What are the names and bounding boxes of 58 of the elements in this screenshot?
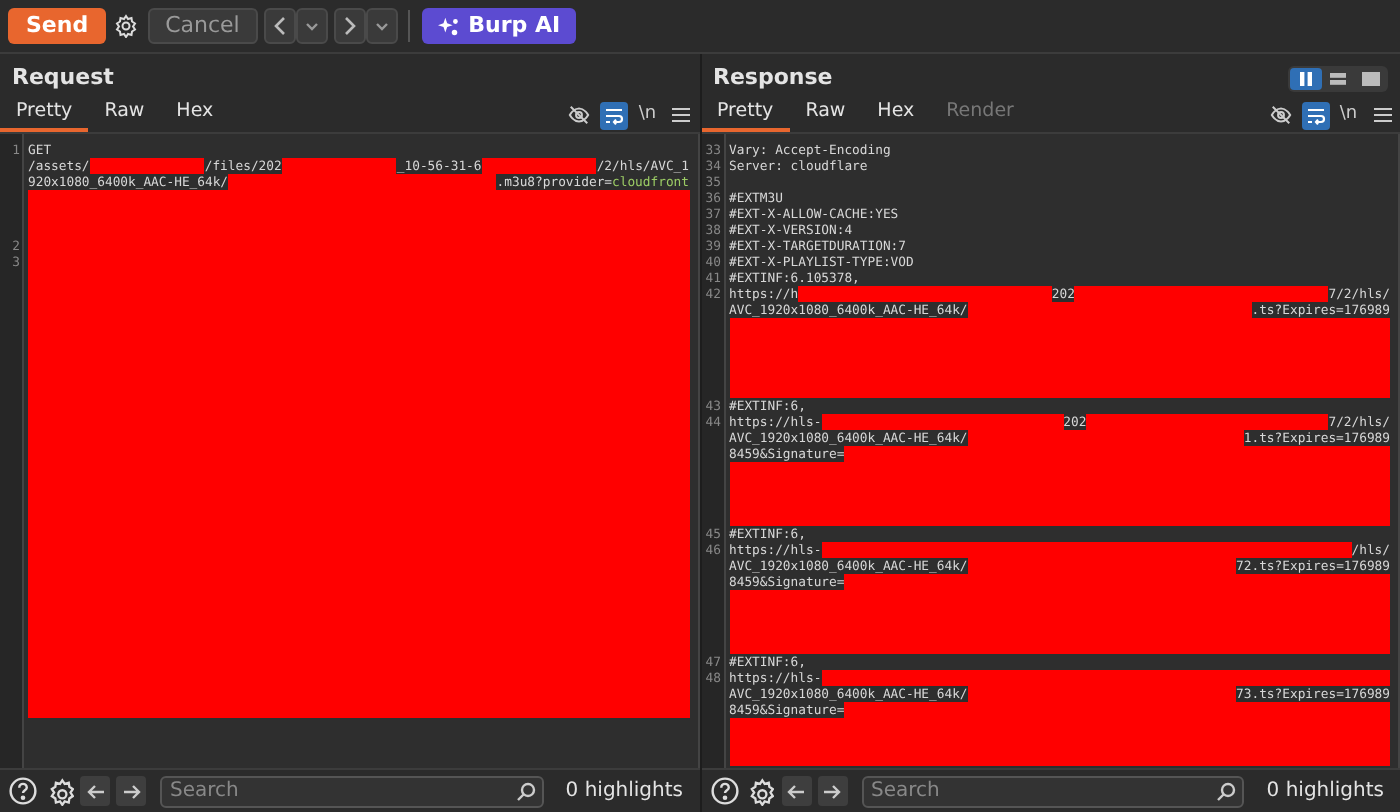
pane-title: Response	[713, 61, 833, 94]
highlights-count: 0 highlights	[565, 778, 683, 806]
help-button[interactable]	[709, 776, 739, 806]
forward-history-button[interactable]	[365, 8, 398, 44]
forward-button[interactable]	[333, 8, 366, 44]
help-button[interactable]	[8, 776, 38, 806]
next-button[interactable]	[116, 776, 146, 806]
hide-icon-button[interactable]	[1265, 101, 1296, 129]
eye-slash-icon	[1269, 104, 1292, 126]
layout-toggle[interactable]	[1290, 67, 1322, 89]
gear-icon	[746, 777, 774, 805]
rows-icon	[1330, 71, 1346, 85]
sparkle-icon	[438, 15, 461, 37]
menu-icon	[672, 106, 690, 124]
view-tab[interactable]: Raw	[789, 98, 862, 132]
cancel-button[interactable]: Cancel	[147, 8, 258, 44]
eye-slash-icon	[568, 104, 591, 126]
highlights-count: 0 highlights	[1266, 778, 1384, 806]
search-field[interactable]: Search	[160, 775, 544, 807]
left-arrow-icon	[85, 781, 105, 801]
view-tab[interactable]: Hex	[160, 98, 230, 132]
view-tab[interactable]: Raw	[88, 98, 161, 132]
previous-button[interactable]	[781, 776, 811, 806]
view-tab[interactable]: Hex	[861, 98, 931, 132]
search-icon	[1216, 781, 1237, 801]
hide-icon-button[interactable]	[564, 101, 595, 129]
settings-button[interactable]	[44, 776, 74, 806]
question-mark-icon	[709, 776, 739, 806]
search-field[interactable]: Search	[861, 775, 1245, 807]
wrap-lines-icon	[1305, 105, 1325, 125]
gear-icon	[45, 777, 73, 805]
down-chevron-icon	[303, 18, 320, 34]
newline-button[interactable]: \n	[1334, 101, 1363, 129]
wrap-lines-button[interactable]	[1301, 101, 1329, 129]
ai-button[interactable]: Burp AI	[422, 8, 577, 44]
single-pane-icon	[1361, 71, 1379, 85]
next-button[interactable]	[817, 776, 847, 806]
back-history-button[interactable]	[295, 8, 328, 44]
right-arrow-icon	[822, 781, 842, 801]
pane-title: Request	[12, 61, 114, 94]
settings-button[interactable]	[111, 11, 142, 41]
columns-icon	[1298, 71, 1314, 85]
redaction-mark	[89, 158, 205, 174]
question-mark-icon	[8, 776, 38, 806]
wrap-lines-icon	[604, 105, 624, 125]
wrap-lines-button[interactable]	[600, 101, 628, 129]
right-arrow-icon	[121, 781, 141, 801]
down-chevron-icon	[373, 18, 390, 34]
newline-button[interactable]: \n	[633, 101, 662, 129]
gear-icon	[114, 14, 139, 38]
left-arrow-icon	[786, 781, 806, 801]
search-icon	[515, 781, 536, 801]
previous-button[interactable]	[80, 776, 110, 806]
right-chevron-icon	[341, 16, 358, 36]
menu-icon	[1373, 106, 1391, 124]
back-button[interactable]	[263, 8, 296, 44]
settings-button[interactable]	[745, 776, 775, 806]
left-chevron-icon	[271, 16, 288, 36]
